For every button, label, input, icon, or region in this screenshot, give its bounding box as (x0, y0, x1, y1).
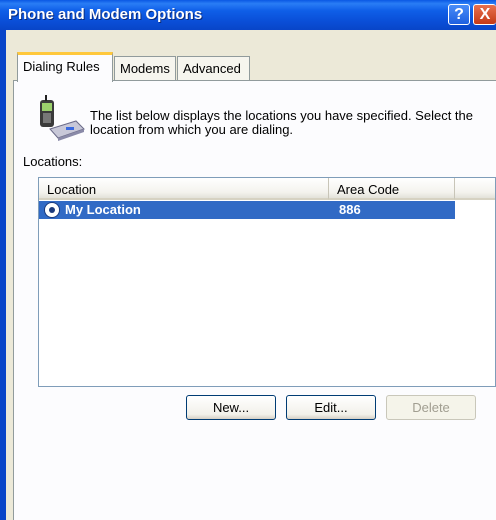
tab-modems[interactable]: Modems (114, 56, 176, 80)
window-border (0, 30, 6, 520)
column-header-filler (455, 178, 495, 200)
new-button[interactable]: New... (186, 395, 276, 420)
delete-button[interactable]: Delete (386, 395, 476, 420)
close-icon: X (479, 6, 491, 23)
dialing-rules-panel: The list below displays the locations yo… (13, 80, 496, 520)
location-name-cell: My Location (65, 202, 141, 217)
tab-dialing-rules[interactable]: Dialing Rules (17, 52, 113, 82)
tab-advanced[interactable]: Advanced (177, 56, 250, 80)
close-button[interactable]: X (473, 4, 496, 25)
locations-label: Locations: (23, 154, 83, 169)
column-header-area-code[interactable]: Area Code (329, 178, 455, 200)
phone-modem-icon (40, 95, 85, 141)
edit-button[interactable]: Edit... (286, 395, 376, 420)
window-title: Phone and Modem Options (8, 6, 203, 23)
help-icon: ? (454, 6, 464, 23)
default-location-radio-icon (45, 203, 59, 217)
area-code-cell: 886 (339, 202, 361, 217)
locations-list[interactable]: Location Area Code My Location 886 (38, 177, 496, 387)
intro-text: The list below displays the locations yo… (90, 108, 473, 137)
title-bar[interactable]: Phone and Modem Options ? X (0, 0, 496, 30)
table-row[interactable]: My Location 886 (39, 201, 455, 219)
column-header-location[interactable]: Location (39, 178, 329, 200)
help-button[interactable]: ? (448, 4, 470, 25)
list-header: Location Area Code (39, 178, 495, 200)
